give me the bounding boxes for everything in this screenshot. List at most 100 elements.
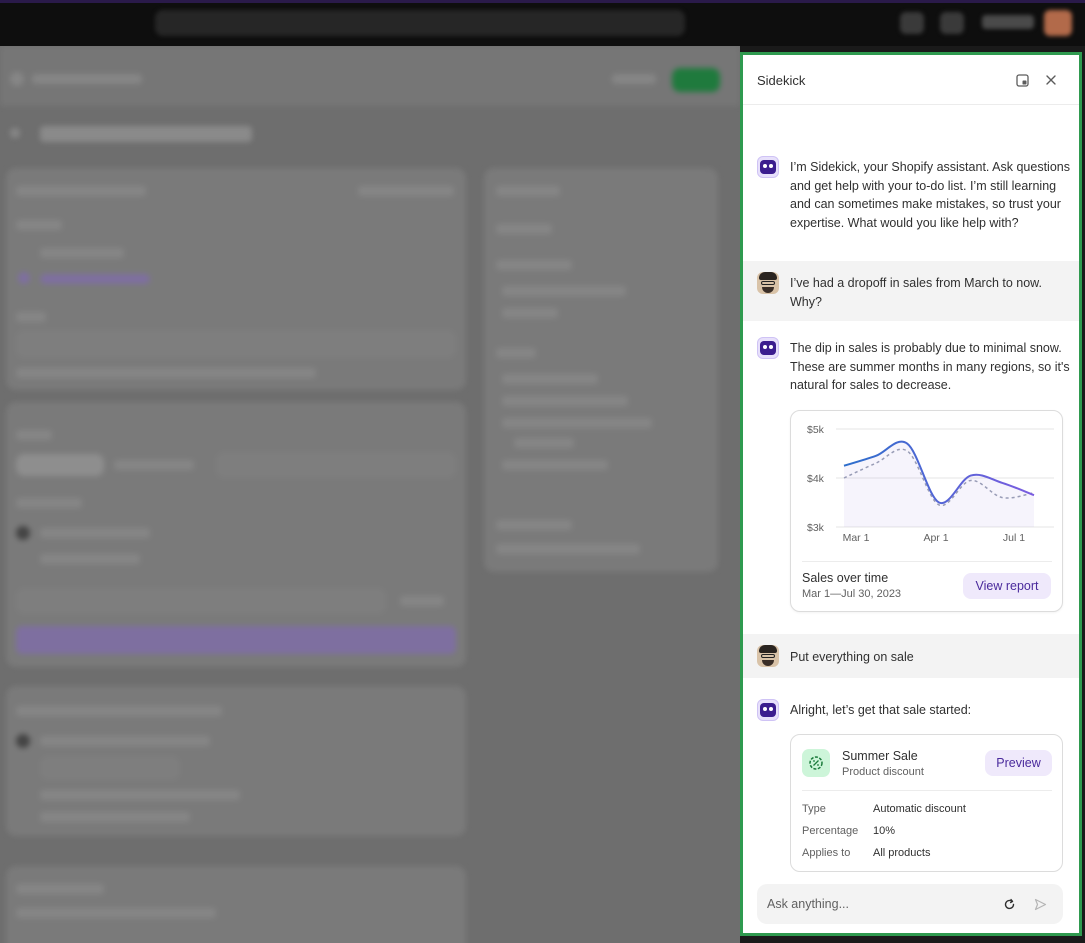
avatar-glasses [761, 654, 775, 658]
combinations-text [16, 908, 216, 918]
chart-title: Sales over time [802, 571, 889, 585]
min-req-heading [16, 706, 222, 716]
amount-off-card [6, 168, 466, 390]
summary-type-heading [496, 260, 572, 270]
message-text: I’m Sidekick, your Shopify assistant. As… [790, 160, 1070, 230]
sales-line-chart: $5k $4k $3k Mar 1 Apr 1 Jul 1 [807, 424, 1054, 544]
message-composer [757, 884, 1063, 924]
summary-details-heading [496, 348, 536, 358]
ask-anything-input[interactable] [767, 894, 987, 914]
summary-detail-4 [502, 460, 608, 470]
collection-chip [16, 626, 456, 654]
sidekick-face [760, 341, 776, 355]
products-label [40, 554, 140, 564]
send-icon-svg [1034, 898, 1046, 910]
summary-title [496, 224, 552, 234]
admin-store-name [982, 15, 1034, 29]
x-tick-label: Jul 1 [1003, 532, 1025, 544]
discount-card: Summer Sale Product discount Preview Typ… [790, 734, 1063, 872]
discard-button [612, 74, 656, 84]
summary-detail-1 [502, 374, 598, 384]
discount-badge-icon-svg [809, 756, 823, 770]
chart-divider [802, 561, 1052, 562]
card-heading [16, 186, 146, 196]
card-label [358, 186, 454, 196]
detail-key: Type [802, 803, 826, 815]
message-text: Alright, let’s get that sale started: [790, 703, 972, 717]
percentage-toggle [16, 454, 104, 476]
min-req-radio [16, 734, 30, 748]
min-qty-option [40, 812, 190, 822]
sidekick-face [760, 160, 776, 174]
user-message: Put everything on sale [743, 634, 1079, 678]
min-req-helper [40, 790, 240, 800]
automatic-discount-option [40, 274, 150, 284]
sidekick-header: Sidekick [743, 55, 1079, 105]
admin-background [0, 46, 740, 943]
y-tick-label: $4k [807, 473, 825, 485]
back-arrow-icon [10, 128, 20, 138]
min-req-option [40, 736, 210, 746]
sidekick-avatar-icon [757, 156, 779, 178]
discount-code-option [40, 248, 124, 258]
detail-value: Automatic discount [873, 803, 966, 815]
user-message: I’ve had a dropoff in sales from March t… [743, 261, 1079, 321]
summary-detail-3 [502, 418, 652, 428]
discount-name: Summer Sale [842, 749, 918, 763]
assistant-message: Alright, let’s get that sale started: [743, 695, 1079, 725]
title-input [16, 330, 456, 358]
refresh-icon[interactable] [1000, 895, 1018, 913]
summary-detail-2 [502, 396, 628, 406]
discount-divider [802, 790, 1052, 791]
refresh-icon-svg [1004, 898, 1014, 909]
summary-type-item [502, 286, 626, 296]
admin-avatar [1044, 10, 1072, 36]
avatar-beard [762, 287, 774, 293]
send-icon[interactable] [1031, 895, 1049, 913]
y-tick-label: $5k [807, 424, 825, 436]
avatar-beard [762, 660, 774, 666]
search-collections [16, 588, 386, 614]
summary-type-item-2 [502, 308, 558, 318]
summary-heading [496, 186, 560, 196]
sidekick-title: Sidekick [757, 73, 806, 88]
title-label [16, 312, 46, 322]
avatar-glasses [761, 281, 775, 285]
min-amount-input [40, 756, 180, 780]
assistant-message: I’m Sidekick, your Shopify assistant. As… [743, 152, 1079, 256]
performance-heading [496, 520, 572, 530]
user-avatar [757, 645, 779, 667]
detail-key: Percentage [802, 825, 859, 837]
detail-value: All products [873, 847, 931, 859]
x-tick-label: Apr 1 [923, 532, 948, 544]
helper-text [16, 368, 316, 378]
view-report-button[interactable]: View report [963, 573, 1051, 599]
collections-label [40, 528, 150, 538]
sidekick-face [760, 703, 776, 717]
admin-notification-icon [900, 12, 924, 34]
close-icon[interactable] [1042, 71, 1060, 89]
fixed-amount-toggle [114, 460, 194, 470]
sales-chart-card: $5k $4k $3k Mar 1 Apr 1 Jul 1 Sales over time… [790, 410, 1063, 612]
preview-button[interactable]: Preview [985, 750, 1052, 776]
message-text: I’ve had a dropoff in sales from March t… [790, 276, 1042, 309]
radio-selected [18, 272, 30, 284]
close-icon-svg [1046, 75, 1056, 85]
expand-panel-icon[interactable] [1013, 71, 1031, 89]
summary-detail-3b [514, 438, 574, 448]
page-title [40, 126, 252, 142]
avatar-hair [759, 645, 777, 653]
performance-text [496, 544, 640, 554]
unsaved-text [32, 74, 142, 84]
combinations-heading [16, 884, 104, 894]
save-button [672, 68, 720, 92]
sidekick-avatar-icon [757, 337, 779, 359]
unsaved-icon [10, 72, 24, 86]
message-text: Put everything on sale [790, 650, 914, 664]
sidekick-avatar-icon [757, 699, 779, 721]
chart-date-range: Mar 1—Jul 30, 2023 [802, 588, 902, 600]
value-card [6, 402, 466, 667]
discount-badge-icon [802, 749, 830, 777]
applies-to-label [16, 498, 82, 508]
discount-type-label: Product discount [842, 766, 924, 778]
